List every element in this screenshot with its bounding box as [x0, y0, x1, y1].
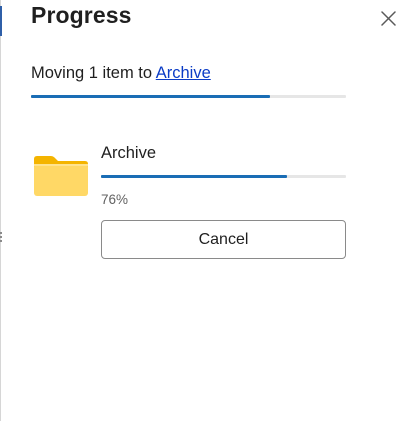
dialog-title: Progress [31, 2, 132, 28]
window-left-border [0, 0, 1, 421]
item-progress-bar [101, 175, 346, 178]
progress-dialog: Progress Moving 1 item to Archive Archiv… [0, 0, 410, 421]
cancel-button[interactable]: Cancel [101, 220, 346, 259]
close-icon [381, 11, 396, 26]
item-progress-fill [101, 175, 288, 178]
folder-icon [33, 155, 89, 197]
overall-progress-bar [31, 95, 346, 98]
destination-link[interactable]: Archive [156, 64, 211, 82]
operation-status-text: Moving 1 item to [31, 64, 153, 82]
item-progress-percent: 76% [101, 192, 129, 207]
window-edge-accent [0, 6, 2, 36]
resize-grip[interactable] [0, 232, 4, 242]
operation-status: Moving 1 item to Archive [31, 64, 211, 83]
overall-progress-fill [31, 95, 271, 98]
close-button[interactable] [376, 6, 400, 30]
item-name: Archive [101, 144, 157, 162]
